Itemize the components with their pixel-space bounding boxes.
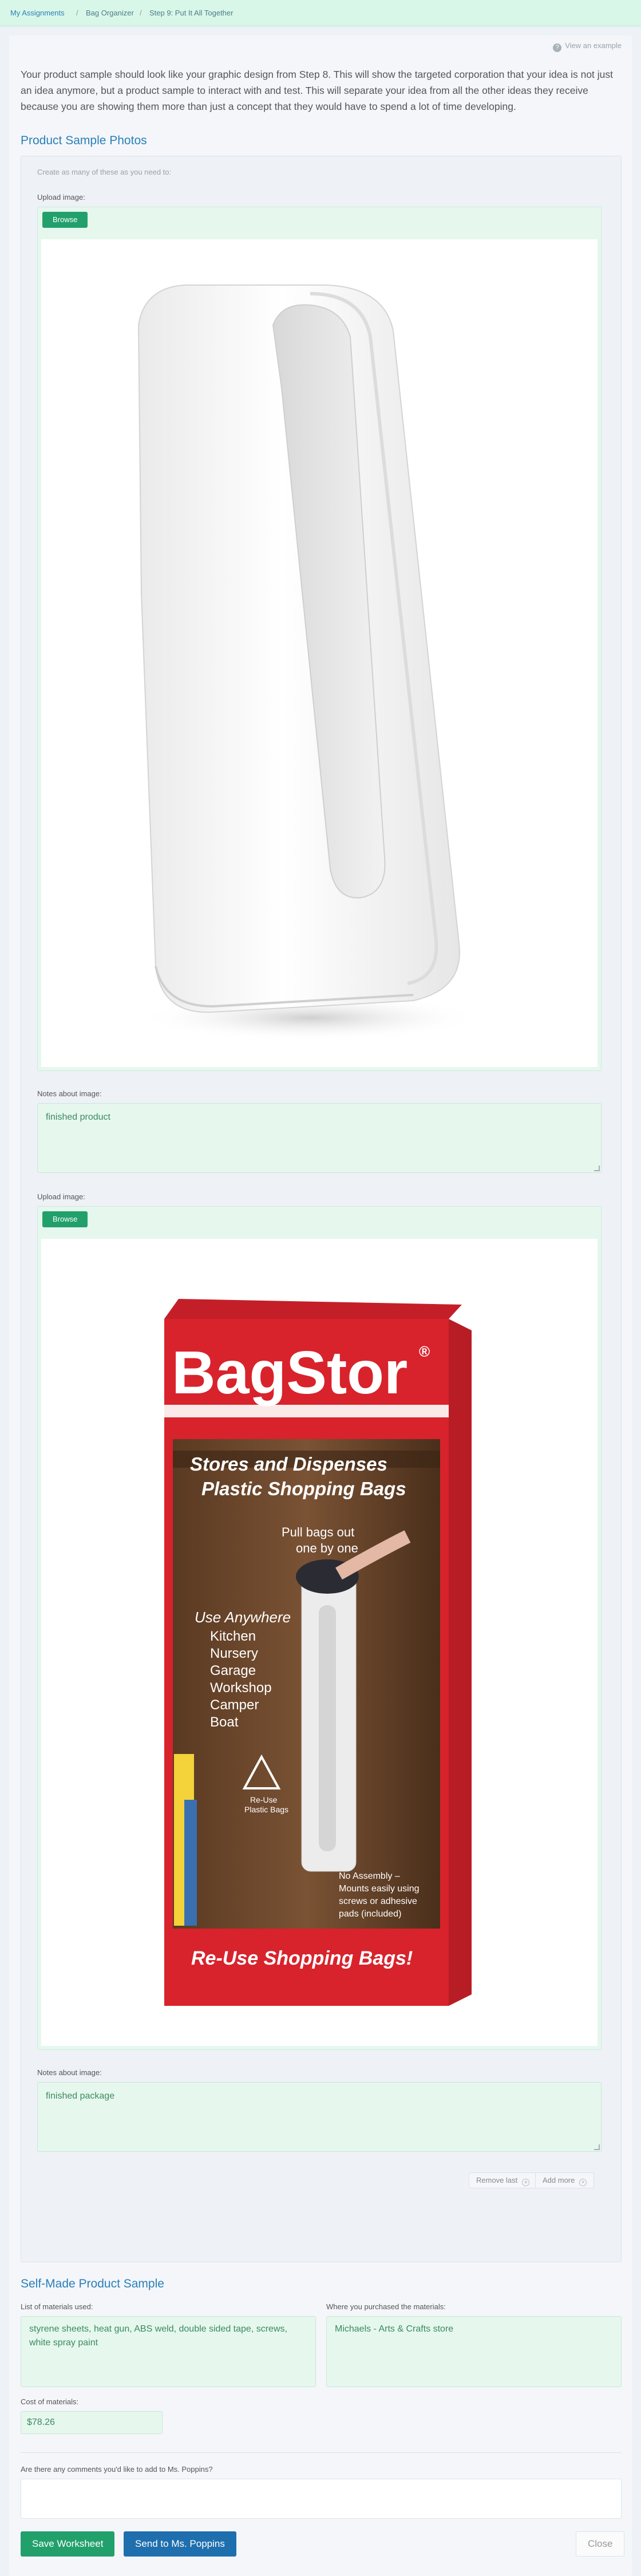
breadcrumb-separator: / xyxy=(140,9,142,17)
cost-value: $78.26 xyxy=(27,2417,55,2427)
materials-label: List of materials used: xyxy=(21,2302,93,2311)
breadcrumb-separator: / xyxy=(76,9,78,17)
product-photos-title: Product Sample Photos xyxy=(21,134,147,147)
white-bag-dispenser-image xyxy=(137,285,482,1041)
breadcrumb: My Assignments / Bag Organizer / Step 9:… xyxy=(0,0,641,26)
question-circle-icon: ? xyxy=(553,44,562,52)
view-example-link[interactable]: ? View an example xyxy=(553,41,622,52)
product-image-preview xyxy=(41,239,598,1067)
close-button[interactable]: Close xyxy=(576,2531,625,2557)
purchased-value: Michaels - Arts & Crafts store xyxy=(335,2324,454,2334)
package-recycle-2: Plastic Bags xyxy=(244,1805,288,1814)
add-more-label: Add more xyxy=(543,2176,575,2184)
purchased-label: Where you purchased the materials: xyxy=(326,2302,446,2311)
package-assembly-1: No Assembly – xyxy=(339,1871,400,1881)
photos-hint: Create as many of these as you need to: xyxy=(37,168,172,176)
breadcrumb-my-assignments[interactable]: My Assignments xyxy=(10,9,65,17)
purchased-textarea[interactable]: Michaels - Arts & Crafts store xyxy=(326,2316,622,2387)
browse-button[interactable]: Browse xyxy=(42,1211,88,1227)
notes-about-image-label: Notes about image: xyxy=(37,1089,102,1098)
package-headline-1: Stores and Dispenses xyxy=(190,1453,387,1475)
package-recycle-1: Re-Use xyxy=(250,1795,278,1804)
package-use-item: Camper xyxy=(210,1697,259,1713)
send-to-teacher-button[interactable]: Send to Ms. Poppins xyxy=(124,2531,236,2557)
breadcrumb-bag-organizer[interactable]: Bag Organizer xyxy=(86,9,134,17)
package-use-item: Nursery xyxy=(210,1646,258,1661)
package-brand: BagStor xyxy=(172,1339,407,1406)
image-notes-textarea[interactable]: finished package xyxy=(37,2082,602,2152)
browse-button[interactable]: Browse xyxy=(42,212,88,228)
comments-label: Are there any comments you'd like to add… xyxy=(21,2465,213,2474)
save-worksheet-button[interactable]: Save Worksheet xyxy=(21,2531,115,2557)
package-pull-line-2: one by one xyxy=(296,1541,358,1555)
package-registered-mark: ® xyxy=(419,1343,430,1360)
comments-textarea[interactable] xyxy=(21,2479,622,2519)
package-headline-2: Plastic Shopping Bags xyxy=(201,1478,406,1499)
remove-last-button[interactable]: Remove last × xyxy=(469,2172,537,2188)
add-icon: + xyxy=(579,2179,587,2186)
resize-handle-icon[interactable] xyxy=(594,1165,600,1171)
intro-text: Your product sample should look like you… xyxy=(21,69,614,112)
notes-about-image-label: Notes about image: xyxy=(37,2068,102,2077)
package-assembly-4: pads (included) xyxy=(339,1909,401,1919)
worksheet-card: ? View an example Your product sample sho… xyxy=(9,35,632,2576)
self-made-title: Self-Made Product Sample xyxy=(21,2277,164,2290)
materials-value: styrene sheets, heat gun, ABS weld, doub… xyxy=(29,2324,287,2348)
package-assembly-2: Mounts easily using xyxy=(339,1884,420,1894)
image-notes-value: finished product xyxy=(46,1112,110,1122)
view-example-label: View an example xyxy=(565,41,622,50)
package-assembly-3: screws or adhesive xyxy=(339,1897,417,1906)
section-divider xyxy=(21,2452,622,2453)
package-use-item: Garage xyxy=(210,1663,256,1678)
materials-textarea[interactable]: styrene sheets, heat gun, ABS weld, doub… xyxy=(21,2316,316,2387)
package-use-item: Boat xyxy=(210,1714,239,1730)
image-notes-value: finished package xyxy=(46,2091,115,2101)
image-upload-1: Browse xyxy=(37,207,602,1071)
package-footer: Re-Use Shopping Bags! xyxy=(191,1947,413,1969)
image-notes-textarea[interactable]: finished product xyxy=(37,1103,602,1173)
remove-last-label: Remove last xyxy=(476,2176,518,2184)
upload-image-label: Upload image: xyxy=(37,193,85,202)
product-photos-panel: Create as many of these as you need to: … xyxy=(21,156,622,2262)
remove-icon: × xyxy=(522,2179,530,2186)
breadcrumb-current-step: Step 9: Put It All Together xyxy=(149,9,234,17)
resize-handle-icon[interactable] xyxy=(594,2144,600,2150)
image-upload-2: Browse BagStor ® Stores and Dispenses Pl… xyxy=(37,1206,602,2050)
package-use-title: Use Anywhere xyxy=(195,1609,291,1626)
bagstor-package-image: BagStor ® Stores and Dispenses Plastic S… xyxy=(164,1299,472,2006)
package-use-item: Kitchen xyxy=(210,1629,256,1644)
package-use-item: Workshop xyxy=(210,1680,272,1696)
cost-label: Cost of materials: xyxy=(21,2397,79,2406)
package-image-preview: BagStor ® Stores and Dispenses Plastic S… xyxy=(41,1239,598,2046)
package-pull-line-1: Pull bags out xyxy=(282,1525,354,1539)
add-more-button[interactable]: Add more + xyxy=(535,2172,595,2188)
cost-input[interactable]: $78.26 xyxy=(21,2411,163,2434)
upload-image-label: Upload image: xyxy=(37,1192,85,1201)
